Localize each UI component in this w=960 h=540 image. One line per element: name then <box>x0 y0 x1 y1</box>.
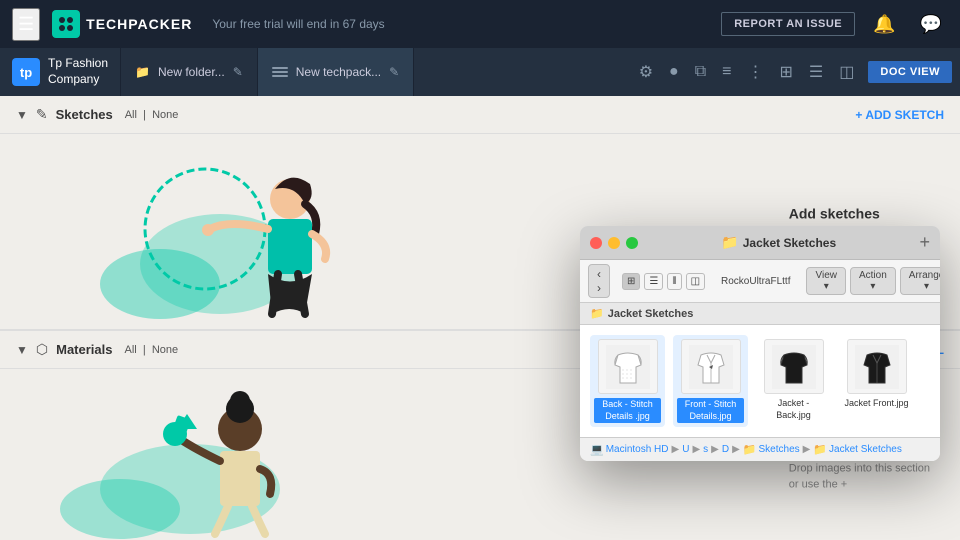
tab-actions: ⚙ ● ⧉ ≡ ⋮ ⊞ ☰ ◫ DOC VIEW <box>633 58 960 86</box>
minimize-button[interactable] <box>608 237 620 249</box>
doc-view-button[interactable]: DOC VIEW <box>868 61 952 83</box>
add-sketch-button[interactable]: + ADD SKETCH <box>855 108 944 122</box>
tab-new-folder[interactable]: 📁 New folder... ✎ <box>121 48 258 96</box>
edit-icon: ✎ <box>233 65 243 79</box>
jacket-front-dark-svg <box>855 345 899 389</box>
view-options-button[interactable]: View ▾ <box>806 267 846 295</box>
copy-button[interactable]: ⧉ <box>689 59 712 85</box>
gallery-view-button[interactable]: ◫ <box>686 273 705 290</box>
file-grid: Back - Stitch Details .jpg <box>580 325 940 437</box>
folder-icon: 📁 <box>721 234 738 251</box>
filter-button[interactable]: ≡ <box>716 59 737 85</box>
more-options-button[interactable]: ⋮ <box>742 58 770 86</box>
logo-icon <box>52 10 80 38</box>
materials-filter: All | None <box>125 344 179 356</box>
sketches-filter: All | None <box>125 109 179 121</box>
sketches-icon: ✎ <box>36 106 48 123</box>
trial-text: Your free trial will end in 67 days <box>212 17 384 31</box>
layers-icon <box>272 64 288 80</box>
jacket-back-dark-svg <box>772 345 816 389</box>
file-front-stitch[interactable]: Front - Stitch Details.jpg <box>673 335 748 427</box>
tab-new-techpack[interactable]: New techpack... ✎ <box>258 48 414 96</box>
chat-icon: 💬 <box>920 14 942 34</box>
arrange-button[interactable]: Arrange ▾ <box>900 267 940 295</box>
settings-button[interactable]: ⚙ <box>633 58 659 86</box>
menu-button[interactable]: ☰ <box>12 8 40 41</box>
file-name: Back - Stitch Details .jpg <box>594 398 661 423</box>
company-name: Tp Fashion Company <box>48 56 108 87</box>
maximize-button[interactable] <box>626 237 638 249</box>
file-picker-title: 📁 Jacket Sketches <box>644 234 913 251</box>
logo-dot <box>59 17 65 23</box>
file-picker-toolbar: ‹ › ⊞ ☰ ⫴ ◫ RockoUltraFLttf View ▾ Actio… <box>580 260 940 303</box>
file-picker-add-button[interactable]: + <box>919 232 930 253</box>
action-button[interactable]: Action ▾ <box>850 267 896 295</box>
circle-status-button[interactable]: ● <box>663 59 685 85</box>
sketches-toggle[interactable]: ▼ <box>16 108 28 122</box>
materials-icon: ⬡ <box>36 341 48 358</box>
file-name: Jacket Front.jpg <box>844 398 908 410</box>
font-label: RockoUltraFLttf <box>717 276 794 287</box>
file-back-stitch[interactable]: Back - Stitch Details .jpg <box>590 335 665 427</box>
layers-view-button[interactable]: ◫ <box>833 58 860 86</box>
brand-name: TECHPACKER <box>86 16 192 32</box>
tab-label: New folder... <box>158 65 225 79</box>
bell-icon: 🔔 <box>873 14 895 34</box>
notifications-button[interactable]: 🔔 <box>867 10 901 39</box>
jacket-front-white-svg <box>689 345 733 389</box>
path-s[interactable]: s <box>703 444 708 455</box>
file-jacket-front[interactable]: Jacket Front.jpg <box>839 335 914 427</box>
folder-name: Jacket Sketches <box>608 308 694 320</box>
jacket-back-white-svg <box>606 345 650 389</box>
logo: TECHPACKER <box>52 10 192 38</box>
logo-dot <box>67 17 73 23</box>
column-view-button[interactable]: ⫴ <box>667 273 681 290</box>
report-issue-button[interactable]: REPORT AN ISSUE <box>721 12 855 36</box>
materials-illustration <box>20 379 320 539</box>
file-name: Jacket - Back.jpg <box>760 398 827 421</box>
path-d[interactable]: D <box>722 444 729 455</box>
path-sketches[interactable]: 📁 Sketches <box>743 443 800 456</box>
list-view-button[interactable]: ☰ <box>803 58 829 86</box>
file-thumbnail <box>598 339 658 394</box>
company-avatar: tp <box>12 58 40 86</box>
materials-title: Materials <box>56 342 112 357</box>
logo-dot <box>59 25 65 31</box>
folder-header: 📁 Jacket Sketches <box>580 303 940 325</box>
path-jacket-sketches[interactable]: 📁 Jacket Sketches <box>813 443 902 456</box>
logo-dot <box>67 25 73 31</box>
close-button[interactable] <box>590 237 602 249</box>
back-forward-button[interactable]: ‹ › <box>588 264 610 298</box>
company-tab[interactable]: tp Tp Fashion Company <box>0 48 121 96</box>
navbar: ☰ TECHPACKER Your free trial will end in… <box>0 0 960 48</box>
sketch-illustration <box>20 144 360 324</box>
file-jacket-back[interactable]: Jacket - Back.jpg <box>756 335 831 427</box>
folder-icon: 📁 <box>590 307 604 320</box>
path-macintosh[interactable]: 💻 Macintosh HD <box>590 443 669 456</box>
tab-label: New techpack... <box>296 65 381 79</box>
file-picker-path-bar: 💻 Macintosh HD ▶ U ▶ s ▶ D ▶ 📁 Sketches … <box>580 437 940 461</box>
edit-icon: ✎ <box>389 65 399 79</box>
sketches-title: Sketches <box>56 107 113 122</box>
folder-icon: 📁 <box>135 65 150 79</box>
main-content: ▼ ✎ Sketches All | None + ADD SKETCH <box>0 96 960 540</box>
file-name: Front - Stitch Details.jpg <box>677 398 744 423</box>
tabs-bar: tp Tp Fashion Company 📁 New folder... ✎ … <box>0 48 960 96</box>
sketches-header: ▼ ✎ Sketches All | None + ADD SKETCH <box>0 96 960 134</box>
icon-view-button[interactable]: ⊞ <box>622 273 640 290</box>
list-view-button[interactable]: ☰ <box>644 273 663 290</box>
file-picker-titlebar: 📁 Jacket Sketches + <box>580 226 940 260</box>
file-picker: 📁 Jacket Sketches + ‹ › ⊞ ☰ ⫴ ◫ RockoUlt… <box>580 226 940 461</box>
file-thumbnail <box>847 339 907 394</box>
file-thumbnail <box>681 339 741 394</box>
materials-toggle[interactable]: ▼ <box>16 343 28 357</box>
path-u[interactable]: U <box>682 444 689 455</box>
chat-button[interactable]: 💬 <box>914 10 948 39</box>
file-thumbnail <box>764 339 824 394</box>
grid-view-button[interactable]: ⊞ <box>774 58 799 86</box>
logo-dots <box>55 13 77 35</box>
